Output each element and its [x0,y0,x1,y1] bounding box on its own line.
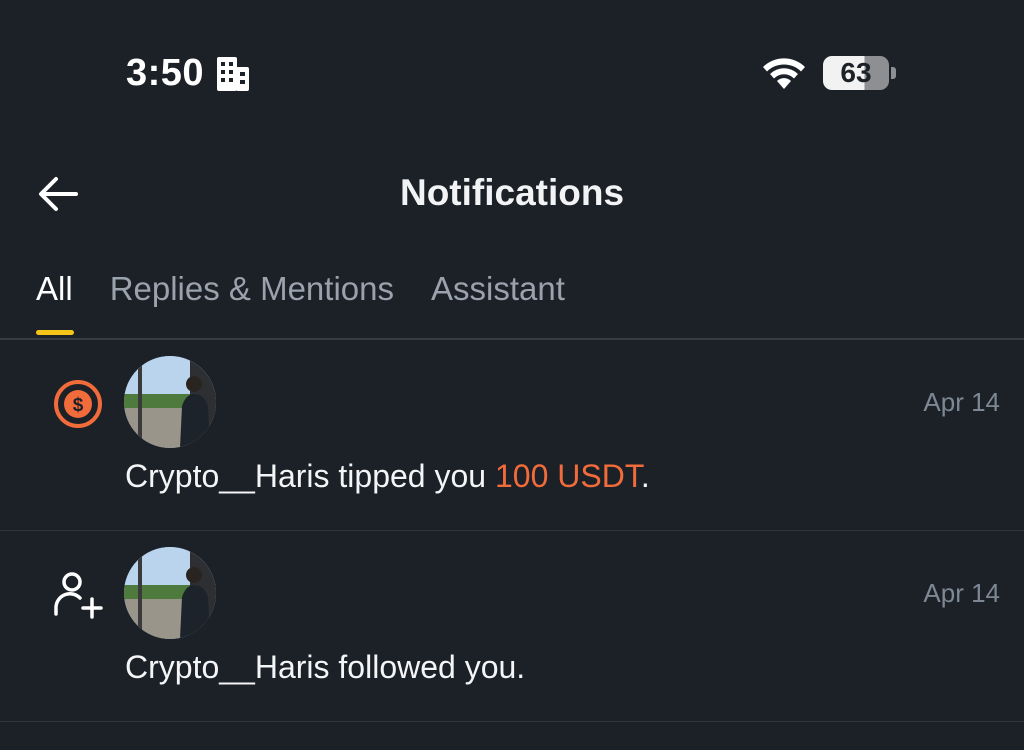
notifications-screen: 3:50 63 Notifications All Replies & Ment… [0,0,1024,750]
tip-amount: 100 USDT [494,458,641,494]
notification-text: Crypto__Haris tipped you [125,458,495,494]
tab-all[interactable]: All [36,270,74,335]
svg-text:$: $ [73,395,84,416]
avatar[interactable] [124,547,216,639]
follow-user-icon [54,572,103,619]
avatar[interactable] [124,356,216,448]
battery-tip [891,67,896,79]
battery-indicator: 63 [823,56,889,90]
notification-divider [0,721,1024,722]
tab-replies-mentions[interactable]: Replies & Mentions [110,270,394,324]
building-icon [217,56,250,91]
notification-date: Apr 14 [923,387,1000,417]
battery-level: 63 [840,57,872,88]
page-title: Notifications [399,172,625,213]
notification-item-tip[interactable]: $ Apr 14 Crypto__Haris tipped you 100 US… [0,340,1024,530]
notification-date: Apr 14 [923,578,1000,608]
tab-assistant[interactable]: Assistant [431,270,565,324]
notification-message: Crypto__Haris followed you. [125,649,526,685]
notification-message: Crypto__Haris tipped you 100 USDT. [125,458,650,495]
status-indicators: 63 [761,55,896,91]
wifi-icon [763,58,805,89]
status-time-label: 3:50 [126,52,205,94]
dollar-coin-icon: $ [54,380,102,428]
avatar-photo [124,547,216,639]
status-time: 3:50 [126,52,250,95]
notification-text-end: . [640,458,650,494]
notification-item-follow[interactable]: Apr 14 Crypto__Haris followed you. [0,531,1024,721]
notification-tabs: All Replies & Mentions Assistant [36,270,602,335]
avatar-photo [124,356,216,448]
